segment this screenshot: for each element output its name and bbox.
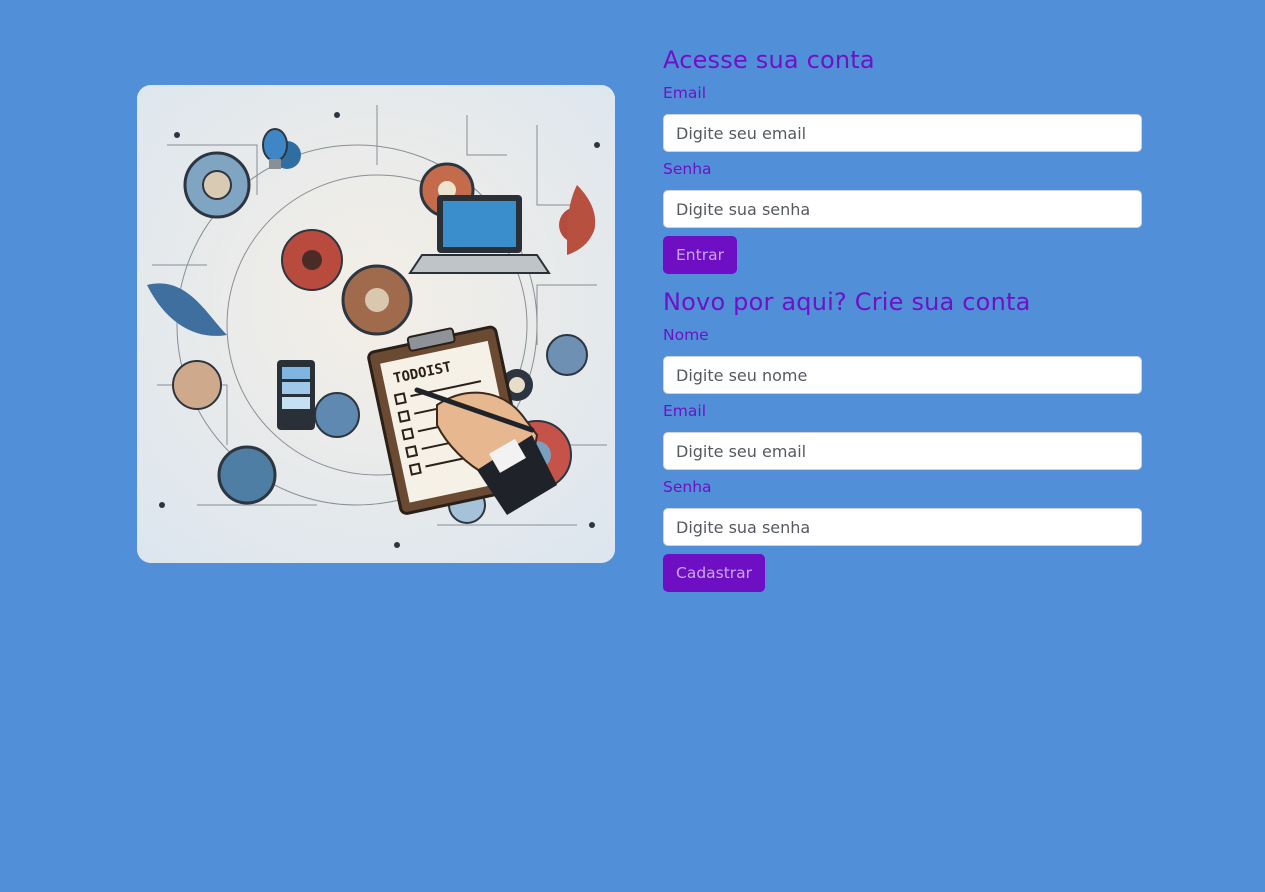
signup-email-input[interactable] (663, 432, 1142, 470)
signup-form: Novo por aqui? Crie sua conta Nome Email… (663, 286, 1142, 592)
signup-password-input[interactable] (663, 508, 1142, 546)
signup-password-label: Senha (663, 478, 712, 496)
auth-panel: Acesse sua conta Email Senha Entrar Novo… (663, 44, 1142, 592)
login-password-label: Senha (663, 160, 712, 178)
login-form: Acesse sua conta Email Senha Entrar (663, 44, 1142, 274)
login-email-label: Email (663, 84, 707, 102)
login-password-input[interactable] (663, 190, 1142, 228)
signup-submit-button[interactable]: Cadastrar (663, 554, 766, 592)
todo-illustration: TODOIST (137, 85, 615, 563)
login-email-input[interactable] (663, 114, 1142, 152)
signup-name-input[interactable] (663, 356, 1142, 394)
login-title: Acesse sua conta (663, 46, 875, 74)
signup-email-label: Email (663, 402, 707, 420)
signup-title: Novo por aqui? Crie sua conta (663, 288, 1031, 316)
signup-name-label: Nome (663, 326, 709, 344)
login-submit-button[interactable]: Entrar (663, 236, 737, 274)
